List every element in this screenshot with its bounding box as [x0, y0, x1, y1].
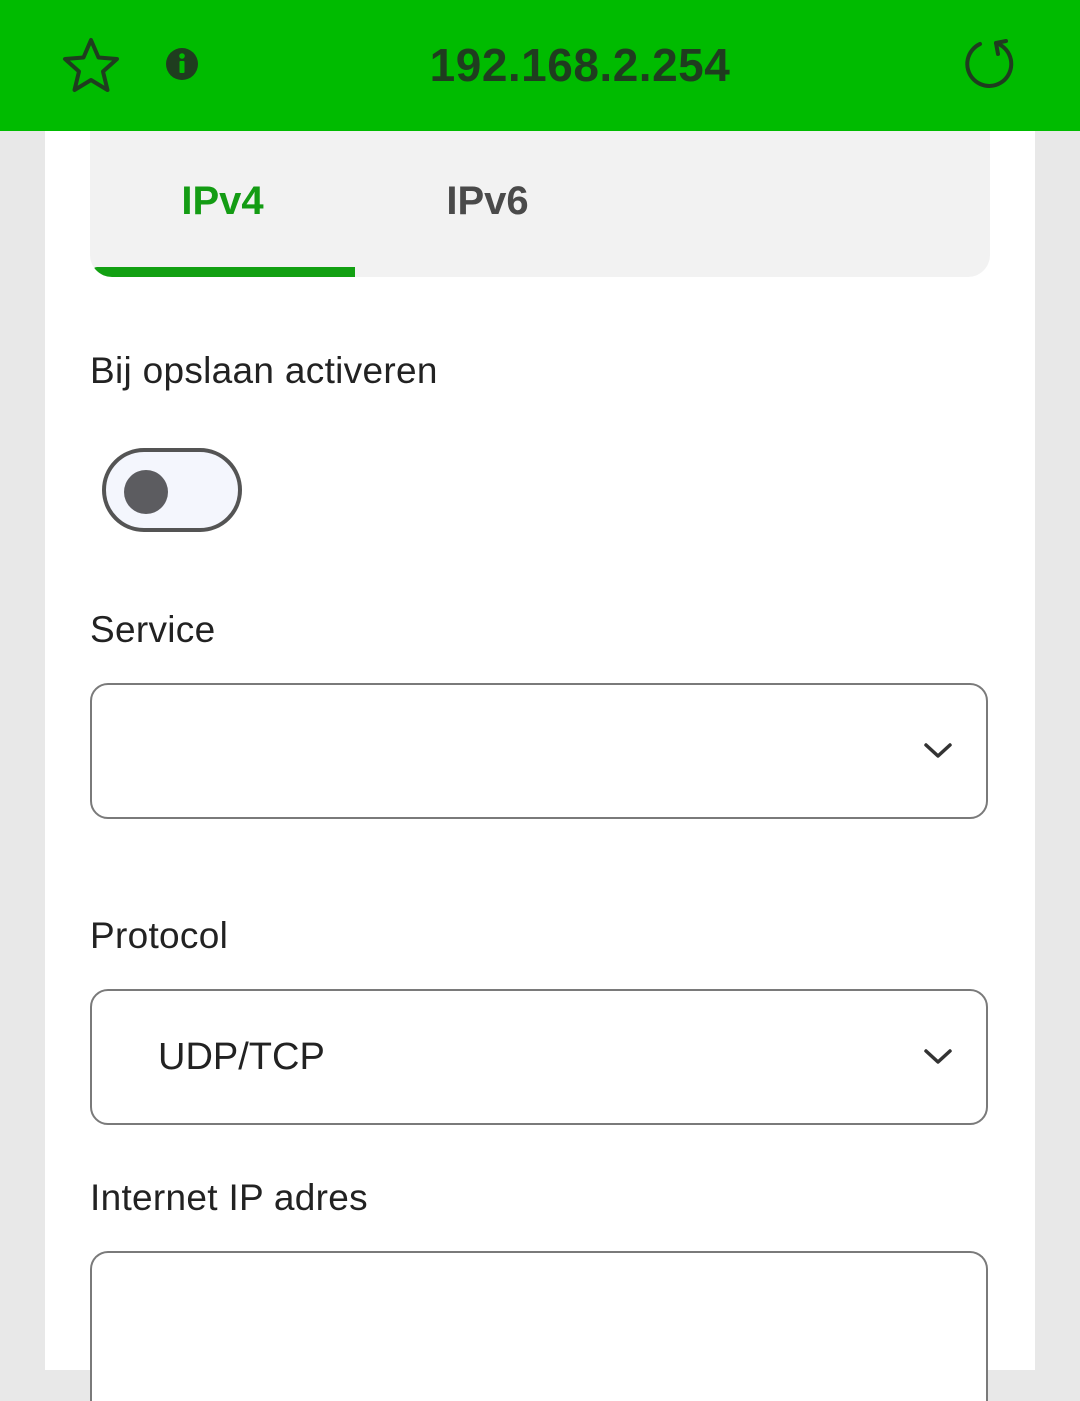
bookmark-star-icon[interactable]: [58, 34, 124, 96]
toggle-knob: [124, 470, 168, 514]
tab-ipv4[interactable]: IPv4: [90, 131, 355, 271]
protocol-select[interactable]: UDP/TCP: [90, 989, 988, 1125]
internet-ip-input[interactable]: [90, 1251, 988, 1401]
internet-ip-label: Internet IP adres: [90, 1177, 368, 1218]
service-label: Service: [90, 609, 216, 650]
active-tab-indicator: [92, 267, 355, 277]
activate-on-save-toggle[interactable]: [102, 448, 242, 532]
ip-version-tabs: IPv4 IPv6: [90, 131, 990, 277]
info-icon[interactable]: [160, 42, 204, 86]
reload-icon[interactable]: [956, 34, 1022, 96]
chevron-down-icon: [920, 1039, 956, 1075]
service-select[interactable]: [90, 683, 988, 819]
url-text[interactable]: 192.168.2.254: [330, 34, 830, 96]
protocol-value: UDP/TCP: [158, 1036, 325, 1078]
tab-ipv6[interactable]: IPv6: [355, 131, 620, 271]
settings-card: IPv4 IPv6 Bij opslaan activeren Service …: [45, 131, 1035, 1401]
chevron-down-icon: [920, 733, 956, 769]
browser-address-bar: 192.168.2.254: [0, 0, 1080, 131]
activate-on-save-label: Bij opslaan activeren: [90, 350, 438, 391]
protocol-label: Protocol: [90, 915, 229, 956]
